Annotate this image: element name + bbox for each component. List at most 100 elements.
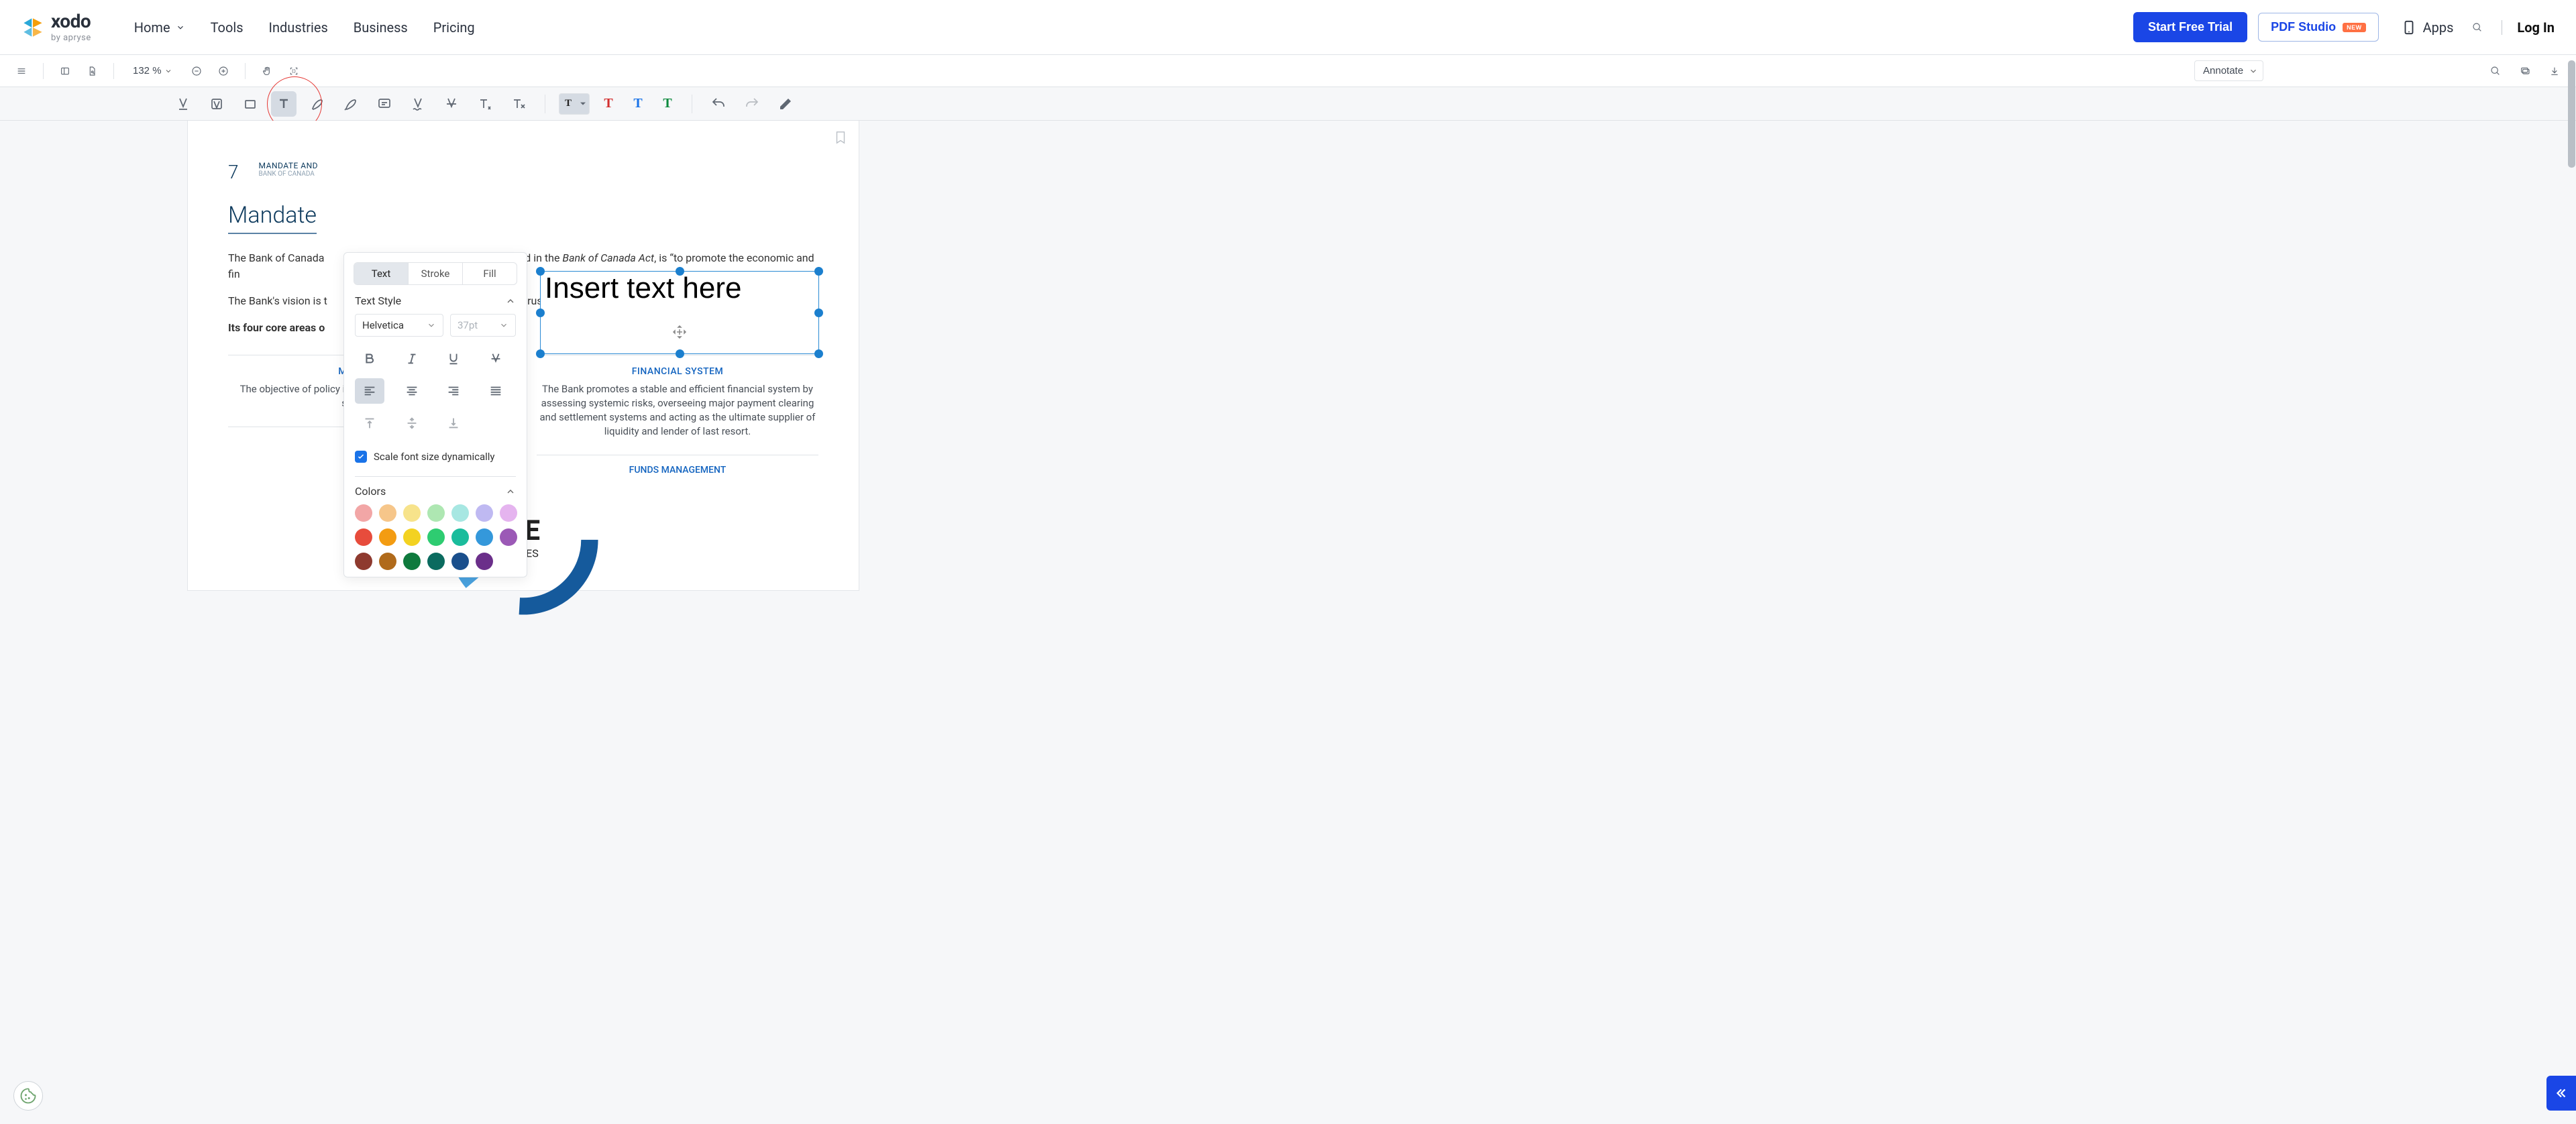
valign-middle-button[interactable]	[397, 410, 427, 436]
expand-panel-button[interactable]	[2546, 1076, 2576, 1111]
resize-handle-br[interactable]	[814, 349, 823, 358]
color-swatch[interactable]	[476, 504, 493, 522]
download-button[interactable]	[2545, 62, 2564, 80]
zoom-value: 132 %	[133, 65, 162, 76]
mode-select[interactable]: Annotate	[2194, 60, 2263, 81]
free-text-tool[interactable]	[271, 91, 297, 117]
text-small-tool[interactable]	[472, 91, 498, 117]
tab-text[interactable]: Text	[354, 263, 408, 284]
underline-icon	[446, 351, 461, 366]
apps-label: Apps	[2423, 19, 2454, 36]
color-swatch[interactable]	[427, 504, 445, 522]
new-badge: NEW	[2343, 23, 2366, 32]
color-swatch[interactable]	[427, 528, 445, 546]
highlight-tool[interactable]	[204, 91, 229, 117]
nav-pricing[interactable]: Pricing	[431, 15, 478, 40]
nav-business[interactable]: Business	[351, 15, 411, 40]
color-swatch[interactable]	[403, 528, 421, 546]
color-swatch[interactable]	[355, 553, 372, 570]
search-doc-button[interactable]	[2486, 62, 2505, 80]
pdf-studio-button[interactable]: PDF Studio NEW	[2258, 13, 2379, 42]
comments-button[interactable]	[2516, 62, 2534, 80]
text-preset-3[interactable]: T	[627, 93, 649, 115]
resize-handle-r[interactable]	[814, 308, 823, 317]
zoom-in-button[interactable]	[214, 62, 233, 80]
color-swatch[interactable]	[451, 553, 469, 570]
color-swatch[interactable]	[476, 528, 493, 546]
align-justify-button[interactable]	[481, 378, 511, 404]
color-swatch[interactable]	[403, 504, 421, 522]
text-callout-tool[interactable]	[506, 91, 531, 117]
cookie-settings-button[interactable]	[13, 1081, 43, 1111]
redo-button[interactable]	[739, 91, 765, 117]
font-family-select[interactable]: Helvetica	[355, 314, 443, 337]
color-swatch[interactable]	[500, 504, 517, 522]
bookmark-icon[interactable]	[833, 129, 848, 146]
resize-handle-b[interactable]	[676, 349, 684, 358]
color-swatch[interactable]	[476, 553, 493, 570]
strikeout-tool[interactable]	[439, 91, 464, 117]
eraser-button[interactable]	[773, 91, 798, 117]
scale-font-checkbox[interactable]: Scale font size dynamically	[355, 444, 516, 472]
nav-industries[interactable]: Industries	[266, 15, 331, 40]
zoom-out-button[interactable]	[187, 62, 206, 80]
search-button[interactable]	[2468, 18, 2487, 37]
collapse-icon[interactable]	[505, 486, 516, 497]
rectangle-tool[interactable]	[237, 91, 263, 117]
color-swatch[interactable]	[355, 528, 372, 546]
nav-tools[interactable]: Tools	[208, 15, 246, 40]
align-left-button[interactable]	[355, 378, 384, 404]
brand-logo[interactable]: xodo by apryse	[21, 12, 91, 42]
freehand-highlight-tool[interactable]	[338, 91, 364, 117]
resize-handle-t[interactable]	[676, 267, 684, 276]
note-tool[interactable]	[372, 91, 397, 117]
color-swatch[interactable]	[379, 553, 396, 570]
color-swatch[interactable]	[427, 553, 445, 570]
pan-tool-button[interactable]	[258, 62, 276, 80]
page-view-button[interactable]	[83, 62, 101, 80]
resize-handle-l[interactable]	[536, 308, 545, 317]
color-swatch[interactable]	[403, 553, 421, 570]
panel-toggle-button[interactable]	[56, 62, 74, 80]
text-preset-4[interactable]: T	[657, 93, 678, 115]
text-preset-1[interactable]: T	[559, 93, 590, 115]
valign-middle-icon	[405, 416, 419, 431]
underline-tool[interactable]	[170, 91, 196, 117]
vertical-scrollbar[interactable]	[2568, 60, 2575, 168]
start-trial-button[interactable]: Start Free Trial	[2133, 12, 2247, 42]
color-swatch[interactable]	[500, 528, 517, 546]
color-swatch[interactable]	[379, 528, 396, 546]
underline-button[interactable]	[439, 346, 468, 372]
color-swatch[interactable]	[451, 504, 469, 522]
resize-handle-bl[interactable]	[536, 349, 545, 358]
resize-handle-tl[interactable]	[536, 267, 545, 276]
strike-button[interactable]	[481, 346, 511, 372]
zoom-dropdown[interactable]: 132 %	[126, 62, 179, 79]
textbox-content[interactable]: Insert text here	[545, 272, 741, 304]
collapse-icon[interactable]	[505, 296, 516, 306]
color-swatch[interactable]	[355, 504, 372, 522]
color-swatch[interactable]	[451, 528, 469, 546]
tab-stroke[interactable]: Stroke	[408, 263, 462, 284]
font-size-select[interactable]: 37pt	[450, 314, 516, 337]
move-icon[interactable]	[672, 324, 688, 340]
align-center-button[interactable]	[397, 378, 427, 404]
select-tool-button[interactable]	[284, 62, 303, 80]
login-link[interactable]: Log In	[2517, 19, 2555, 36]
color-swatch[interactable]	[379, 504, 396, 522]
bold-button[interactable]	[355, 346, 384, 372]
nav-home[interactable]: Home	[131, 15, 188, 40]
squiggly-tool[interactable]	[405, 91, 431, 117]
italic-button[interactable]	[397, 346, 427, 372]
undo-button[interactable]	[706, 91, 731, 117]
valign-top-button[interactable]	[355, 410, 384, 436]
freehand-tool[interactable]	[305, 91, 330, 117]
align-right-button[interactable]	[439, 378, 468, 404]
menu-button[interactable]	[12, 62, 31, 80]
valign-bottom-button[interactable]	[439, 410, 468, 436]
apps-link[interactable]: Apps	[2402, 19, 2454, 36]
tab-fill[interactable]: Fill	[462, 263, 517, 284]
resize-handle-tr[interactable]	[814, 267, 823, 276]
free-text-annotation[interactable]: Insert text here	[540, 271, 819, 354]
text-preset-2[interactable]: T	[598, 93, 619, 115]
